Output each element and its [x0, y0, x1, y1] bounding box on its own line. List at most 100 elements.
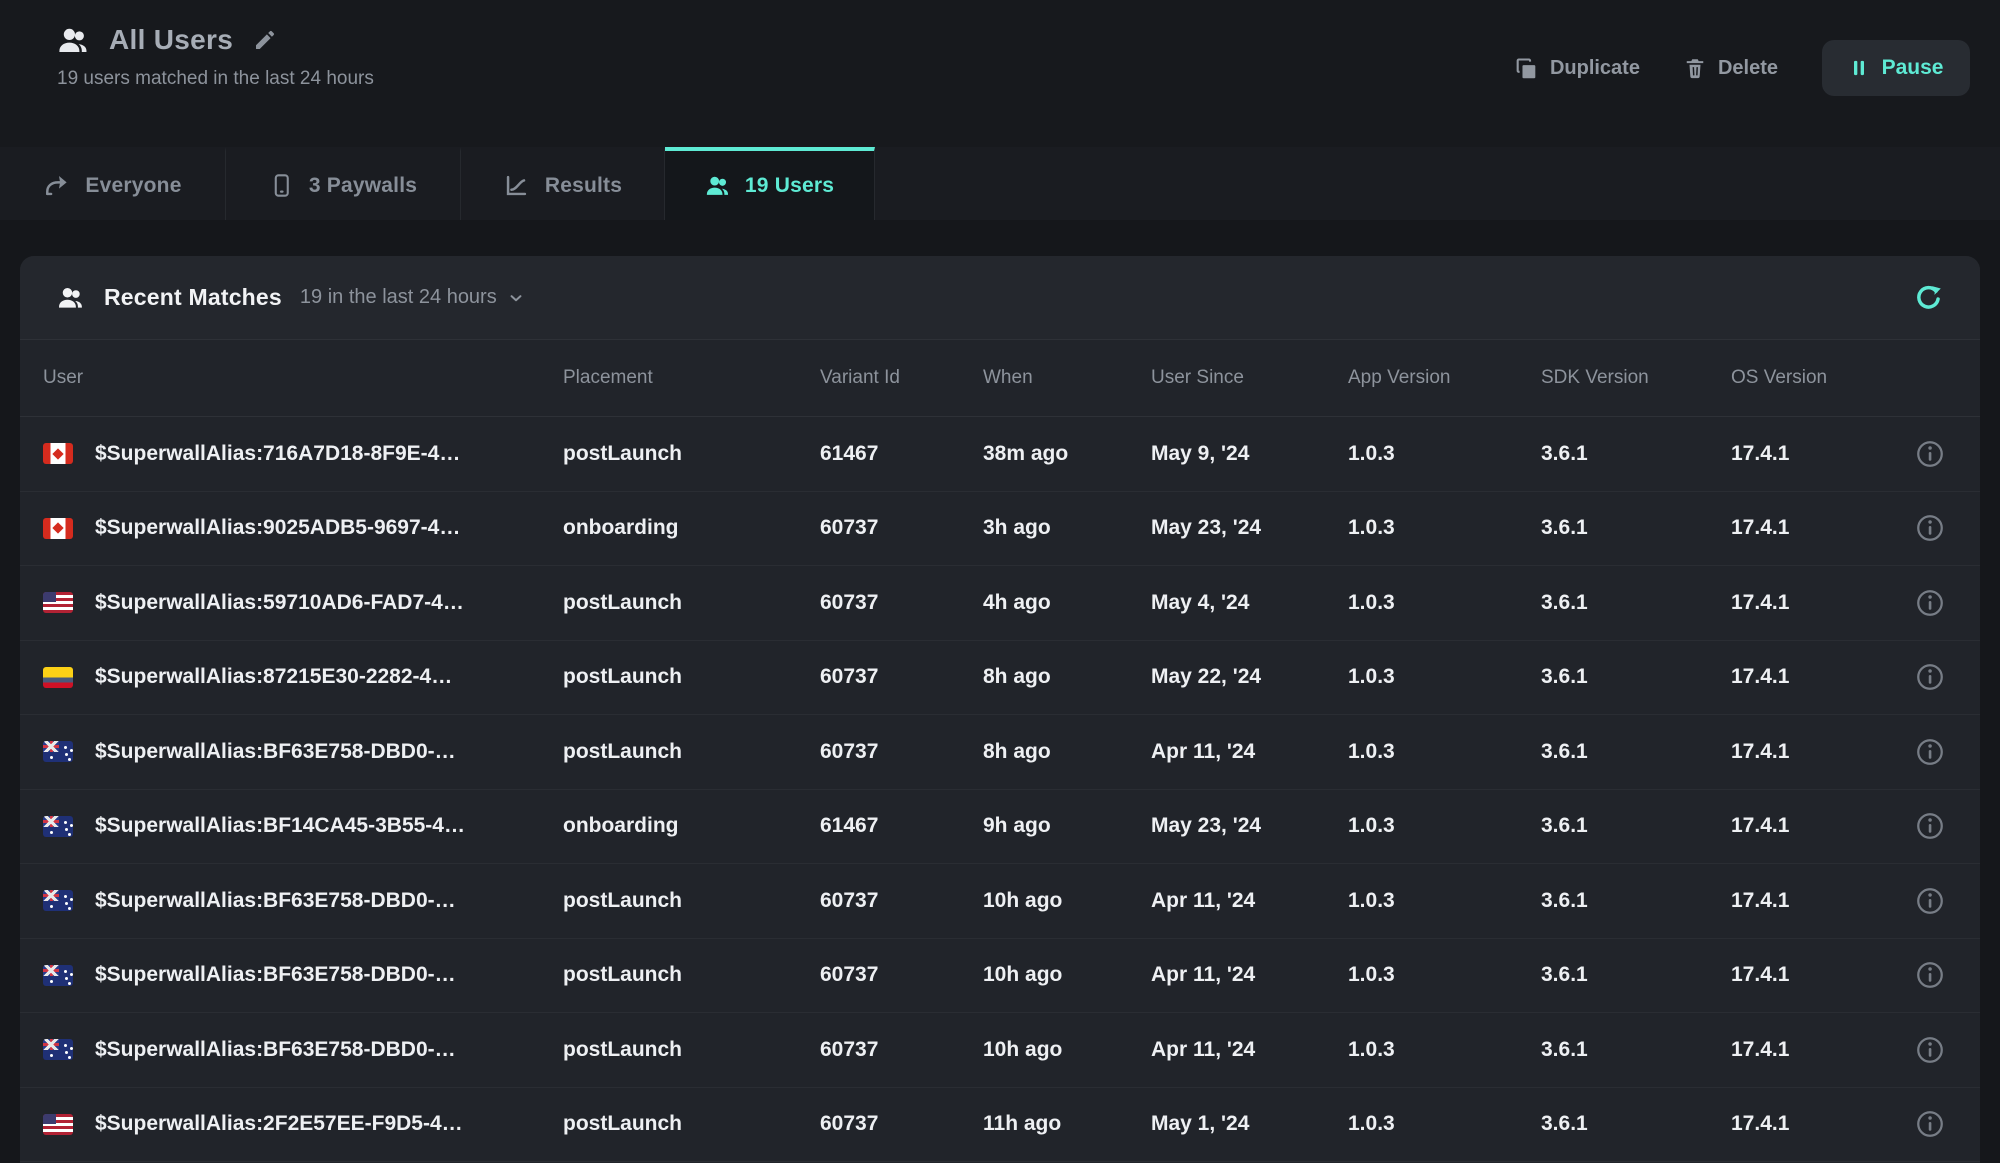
user-alias: $SuperwallAlias:9025ADB5-9697-4…: [95, 516, 460, 540]
app-version-value: 1.0.3: [1348, 740, 1541, 764]
placement-value: postLaunch: [563, 665, 820, 689]
table-row[interactable]: $SuperwallAlias:BF63E758-DBD0-… postLaun…: [20, 939, 1980, 1014]
info-icon[interactable]: [1915, 439, 1945, 469]
table-row[interactable]: $SuperwallAlias:BF63E758-DBD0-… postLaun…: [20, 715, 1980, 790]
pause-icon: [1849, 58, 1869, 78]
flag-australia-icon: [43, 1039, 73, 1060]
when-value: 10h ago: [983, 963, 1151, 987]
info-icon[interactable]: [1915, 886, 1945, 916]
duplicate-button[interactable]: Duplicate: [1515, 57, 1640, 80]
placement-value: onboarding: [563, 516, 820, 540]
placement-value: postLaunch: [563, 740, 820, 764]
tab-bar: Everyone 3 Paywalls Results 19 Users: [0, 147, 2000, 220]
user-alias: $SuperwallAlias:716A7D18-8F9E-4…: [95, 442, 460, 466]
table-row[interactable]: $SuperwallAlias:2F2E57EE-F9D5-4… postLau…: [20, 1088, 1980, 1163]
variant-id-value: 60737: [820, 1112, 983, 1136]
info-icon[interactable]: [1915, 737, 1945, 767]
table-row[interactable]: $SuperwallAlias:BF63E758-DBD0-… postLaun…: [20, 1013, 1980, 1088]
os-version-value: 17.4.1: [1731, 1038, 1890, 1062]
table-header: User Placement Variant Id When User Sinc…: [20, 340, 1980, 417]
flag-australia-icon: [43, 816, 73, 837]
os-version-value: 17.4.1: [1731, 963, 1890, 987]
delete-label: Delete: [1718, 57, 1778, 80]
when-value: 10h ago: [983, 1038, 1151, 1062]
os-version-value: 17.4.1: [1731, 814, 1890, 838]
sdk-version-value: 3.6.1: [1541, 591, 1731, 615]
sdk-version-value: 3.6.1: [1541, 963, 1731, 987]
os-version-value: 17.4.1: [1731, 442, 1890, 466]
sdk-version-value: 3.6.1: [1541, 1112, 1731, 1136]
table-row[interactable]: $SuperwallAlias:9025ADB5-9697-4… onboard…: [20, 492, 1980, 567]
info-icon[interactable]: [1915, 588, 1945, 618]
time-filter-label: 19 in the last 24 hours: [300, 286, 497, 309]
user-since-value: Apr 11, '24: [1151, 963, 1348, 987]
user-since-value: Apr 11, '24: [1151, 740, 1348, 764]
user-since-value: May 9, '24: [1151, 442, 1348, 466]
variant-id-value: 60737: [820, 889, 983, 913]
column-header-when: When: [983, 367, 1151, 389]
refresh-button[interactable]: [1913, 282, 1944, 313]
variant-id-value: 60737: [820, 740, 983, 764]
info-icon[interactable]: [1915, 513, 1945, 543]
pause-button[interactable]: Pause: [1822, 40, 1970, 96]
flag-canada-icon: [43, 443, 73, 464]
edit-title-icon[interactable]: [253, 28, 277, 52]
flag-usa-icon: [43, 1114, 73, 1135]
info-icon[interactable]: [1915, 960, 1945, 990]
info-icon[interactable]: [1915, 811, 1945, 841]
recent-matches-card: Recent Matches 19 in the last 24 hours U…: [20, 256, 1980, 1163]
user-since-value: May 23, '24: [1151, 516, 1348, 540]
tab-results[interactable]: Results: [461, 147, 665, 220]
variant-id-value: 61467: [820, 814, 983, 838]
table-row[interactable]: $SuperwallAlias:BF14CA45-3B55-4… onboard…: [20, 790, 1980, 865]
variant-id-value: 60737: [820, 665, 983, 689]
user-alias: $SuperwallAlias:59710AD6-FAD7-4…: [95, 591, 464, 615]
table-row[interactable]: $SuperwallAlias:59710AD6-FAD7-4… postLau…: [20, 566, 1980, 641]
share-icon: [43, 172, 70, 199]
tab-users-label: 19 Users: [745, 174, 834, 198]
table-body: $SuperwallAlias:716A7D18-8F9E-4… postLau…: [20, 417, 1980, 1162]
results-icon: [503, 172, 530, 199]
sdk-version-value: 3.6.1: [1541, 442, 1731, 466]
tab-users[interactable]: 19 Users: [665, 147, 875, 220]
tab-everyone-label: Everyone: [85, 174, 181, 198]
delete-button[interactable]: Delete: [1684, 57, 1778, 80]
user-alias: $SuperwallAlias:BF63E758-DBD0-…: [95, 1038, 456, 1062]
user-alias: $SuperwallAlias:BF14CA45-3B55-4…: [95, 814, 465, 838]
placement-value: postLaunch: [563, 889, 820, 913]
column-header-variant-id: Variant Id: [820, 367, 983, 389]
when-value: 10h ago: [983, 889, 1151, 913]
placement-value: onboarding: [563, 814, 820, 838]
chevron-down-icon: [507, 289, 525, 307]
info-icon[interactable]: [1915, 1035, 1945, 1065]
table-row[interactable]: $SuperwallAlias:87215E30-2282-4… postLau…: [20, 641, 1980, 716]
when-value: 8h ago: [983, 740, 1151, 764]
app-version-value: 1.0.3: [1348, 442, 1541, 466]
column-header-placement: Placement: [563, 367, 820, 389]
variant-id-value: 60737: [820, 591, 983, 615]
card-title: Recent Matches: [104, 284, 282, 311]
time-filter-dropdown[interactable]: 19 in the last 24 hours: [300, 286, 525, 309]
app-version-value: 1.0.3: [1348, 963, 1541, 987]
users-icon: [705, 173, 730, 198]
when-value: 3h ago: [983, 516, 1151, 540]
card-header: Recent Matches 19 in the last 24 hours: [20, 256, 1980, 340]
os-version-value: 17.4.1: [1731, 1112, 1890, 1136]
flag-australia-icon: [43, 965, 73, 986]
table-row[interactable]: $SuperwallAlias:716A7D18-8F9E-4… postLau…: [20, 417, 1980, 492]
user-alias: $SuperwallAlias:2F2E57EE-F9D5-4…: [95, 1112, 463, 1136]
table-row[interactable]: $SuperwallAlias:BF63E758-DBD0-… postLaun…: [20, 864, 1980, 939]
tab-everyone[interactable]: Everyone: [0, 147, 226, 220]
column-header-user-since: User Since: [1151, 367, 1348, 389]
info-icon[interactable]: [1915, 662, 1945, 692]
tab-paywalls[interactable]: 3 Paywalls: [226, 147, 461, 220]
flag-australia-icon: [43, 741, 73, 762]
info-icon[interactable]: [1915, 1109, 1945, 1139]
os-version-value: 17.4.1: [1731, 665, 1890, 689]
sdk-version-value: 3.6.1: [1541, 665, 1731, 689]
app-version-value: 1.0.3: [1348, 591, 1541, 615]
user-alias: $SuperwallAlias:BF63E758-DBD0-…: [95, 889, 456, 913]
when-value: 8h ago: [983, 665, 1151, 689]
sdk-version-value: 3.6.1: [1541, 1038, 1731, 1062]
when-value: 9h ago: [983, 814, 1151, 838]
